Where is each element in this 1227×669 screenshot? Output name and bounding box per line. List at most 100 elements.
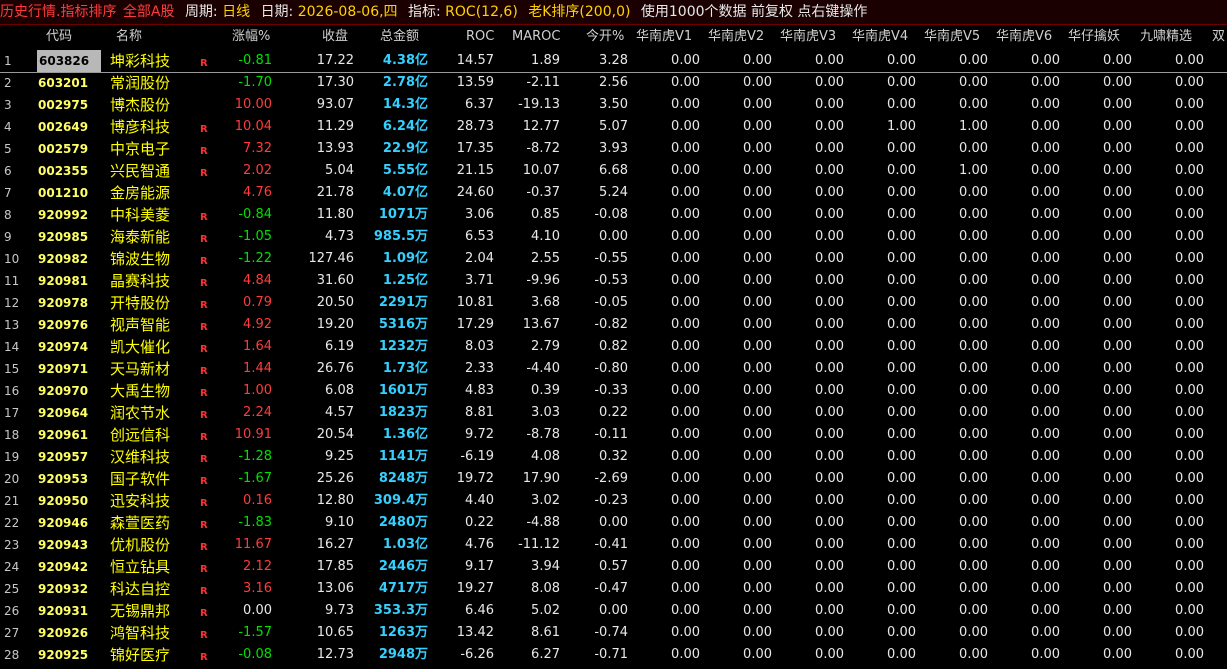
indicator-value[interactable]: ROC(12,6) [445, 4, 518, 20]
header-close[interactable]: 收盘 [322, 26, 348, 48]
mode-label[interactable]: 历史行情.指标排序 [0, 4, 116, 20]
cell-hz: 0.00 [1103, 559, 1132, 574]
cell-v5: 0.00 [959, 449, 988, 464]
cell-roc: 4.40 [465, 493, 494, 508]
cell-name: 锦波生物 [110, 250, 171, 268]
cell-open: -0.82 [594, 317, 628, 332]
header-hz[interactable]: 华仔擒妖 [1068, 26, 1120, 48]
cell-v4: 0.00 [887, 405, 916, 420]
cell-v4: 0.00 [887, 185, 916, 200]
header-change[interactable]: 涨幅% [232, 26, 270, 48]
cell-v1: 0.00 [671, 515, 700, 530]
cell-v3: 0.00 [815, 361, 844, 376]
cell-v6: 0.00 [1031, 515, 1060, 530]
cell-jx: 0.00 [1175, 251, 1204, 266]
table-row[interactable]: 20 920953 国子软件 -1.67 25.26 8248万 19.72 17.90 -2.… [0, 468, 1227, 490]
cell-hz: 0.00 [1103, 119, 1132, 134]
table-row[interactable]: 25 920932 科达自控 3.16 13.06 4717万 19.27 8.08 -0.47… [0, 578, 1227, 600]
cell-v1: 0.00 [671, 185, 700, 200]
cell-v4: 0.00 [887, 97, 916, 112]
table-row[interactable]: 24 920942 恒立钻具 2.12 17.85 2446万 9.17 3.94 0.57 0.… [0, 556, 1227, 578]
cell-v2: 0.00 [743, 75, 772, 90]
table-row[interactable]: 18 920961 创远信科 10.91 20.54 1.36亿 9.72 -8.78 -0.1… [0, 424, 1227, 446]
sort-value[interactable]: 老K排序(200,0) [528, 4, 630, 20]
cell-v3: 0.00 [815, 427, 844, 442]
table-row[interactable]: 5 002579 中京电子 7.32 13.93 22.9亿 17.35 -8.72 3.93 0… [0, 138, 1227, 160]
table-row[interactable]: 12 920978 开特股份 0.79 20.50 2291万 10.81 3.68 -0.05… [0, 292, 1227, 314]
table-row[interactable]: 23 920943 优机股份 11.67 16.27 1.03亿 4.76 -11.12 -0.… [0, 534, 1227, 556]
cell-amt: 4.38亿 [382, 53, 428, 68]
table-row[interactable]: 15 920971 天马新材 1.44 26.76 1.73亿 2.33 -4.40 -0.80… [0, 358, 1227, 380]
cell-v1: 0.00 [671, 383, 700, 398]
cell-code: 920981 [38, 274, 89, 288]
header-v3[interactable]: 华南虎V3 [780, 26, 836, 48]
table-row[interactable]: 1 603826 坤彩科技 -0.81 17.22 4.38亿 14.57 1.89 3.28 0… [0, 50, 1227, 73]
cell-chg: 2.02 [243, 163, 272, 178]
table-row[interactable]: 8 920992 中科美菱 -0.84 11.80 1071万 3.06 0.85 -0.08 0… [0, 204, 1227, 226]
table-row[interactable]: 6 002355 兴民智通 2.02 5.04 5.55亿 21.15 10.07 6.68 0.… [0, 160, 1227, 182]
cell-v1: 0.00 [671, 625, 700, 640]
cell-v6: 0.00 [1031, 383, 1060, 398]
header-roc[interactable]: ROC [466, 26, 494, 48]
header-v1[interactable]: 华南虎V1 [636, 26, 692, 48]
date-value[interactable]: 2026-08-06,四 [298, 4, 398, 20]
cell-close: 12.73 [316, 647, 354, 662]
cell-maroc: 0.85 [531, 207, 560, 222]
header-extra[interactable]: 双 [1212, 26, 1225, 48]
header-v2[interactable]: 华南虎V2 [708, 26, 764, 48]
cell-close: 20.50 [316, 295, 354, 310]
cell-v6: 0.00 [1031, 537, 1060, 552]
scope-label[interactable]: 全部A股 [123, 4, 175, 20]
header-v5[interactable]: 华南虎V5 [924, 26, 980, 48]
cell-roc: 28.73 [456, 119, 494, 134]
table-row[interactable]: 17 920964 润农节水 2.24 4.57 1823万 8.81 3.03 0.22 0.0… [0, 402, 1227, 424]
cell-v5: 0.00 [959, 471, 988, 486]
table-row[interactable]: 7 001210 金房能源 4.76 21.78 4.07亿 24.60 -0.37 5.24 0… [0, 182, 1227, 204]
header-jx[interactable]: 九啸精选 [1140, 26, 1192, 48]
table-row[interactable]: 13 920976 视声智能 4.92 19.20 5316万 17.29 13.67 -0.8… [0, 314, 1227, 336]
header-amount[interactable]: 总金额 [380, 26, 419, 48]
table-row[interactable]: 2 603201 常润股份 -1.70 17.30 2.78亿 13.59 -2.11 2.56… [0, 72, 1227, 94]
cell-roc: 6.46 [465, 603, 494, 618]
header-maroc[interactable]: MAROC [512, 26, 560, 48]
table-row[interactable]: 11 920981 晶赛科技 4.84 31.60 1.25亿 3.71 -9.96 -0.53… [0, 270, 1227, 292]
table-row[interactable]: 19 920957 汉维科技 -1.28 9.25 1141万 -6.19 4.08 0.32 0… [0, 446, 1227, 468]
cell-v2: 0.00 [743, 97, 772, 112]
cell-code: 002649 [38, 120, 89, 134]
cell-close: 21.78 [316, 185, 354, 200]
table-row[interactable]: 3 002975 博杰股份 10.00 93.07 14.3亿 6.37 -19.13 3.50… [0, 94, 1227, 116]
header-v6[interactable]: 华南虎V6 [996, 26, 1052, 48]
cell-jx: 0.00 [1175, 603, 1204, 618]
cell-open: -0.08 [594, 207, 628, 222]
cell-v6: 0.00 [1031, 97, 1060, 112]
header-open-pct[interactable]: 今开% [586, 26, 624, 48]
header-code[interactable]: 代码 [46, 26, 72, 48]
cell-name: 润农节水 [110, 404, 171, 422]
table-row[interactable]: 4 002649 博彦科技 10.04 11.29 6.24亿 28.73 12.77 5.07… [0, 116, 1227, 138]
table-row[interactable]: 22 920946 森萱医药 -1.83 9.10 2480万 0.22 -4.88 0.00 0… [0, 512, 1227, 534]
cell-v2: 0.00 [743, 339, 772, 354]
cell-chg: 2.12 [243, 559, 272, 574]
cell-hz: 0.00 [1103, 625, 1132, 640]
cell-v5: 0.00 [959, 603, 988, 618]
table-row[interactable]: 28 920925 锦好医疗 -0.08 12.73 2948万 -6.26 6.27 -0.7… [0, 644, 1227, 666]
cell-v3: 0.00 [815, 97, 844, 112]
period-value[interactable]: 日线 [222, 4, 250, 20]
table-row[interactable]: 10 920982 锦波生物 -1.22 127.46 1.09亿 2.04 2.55 -0.5… [0, 248, 1227, 270]
table-row[interactable]: 27 920926 鸿智科技 -1.57 10.65 1263万 13.42 8.61 -0.7… [0, 622, 1227, 644]
cell-maroc: -19.13 [518, 97, 560, 112]
table-row[interactable]: 26 920931 无锡鼎邦 0.00 9.73 353.3万 6.46 5.02 0.00 0.… [0, 600, 1227, 622]
table-row[interactable]: 21 920950 迅安科技 0.16 12.80 309.4万 4.40 3.02 -0.23… [0, 490, 1227, 512]
cell-open: 0.32 [599, 449, 628, 464]
table-row[interactable]: 16 920970 大禹生物 1.00 6.08 1601万 4.83 0.39 -0.33 0.… [0, 380, 1227, 402]
cell-maroc: 2.79 [531, 339, 560, 354]
header-v4[interactable]: 华南虎V4 [852, 26, 908, 48]
table-row[interactable]: 9 920985 海泰新能 -1.05 4.73 985.5万 6.53 4.10 0.00 0.… [0, 226, 1227, 248]
cell-code: 920931 [38, 604, 89, 618]
cell-v1: 0.00 [671, 53, 700, 68]
date-caption: 日期: [260, 4, 294, 20]
table-row[interactable]: 14 920974 凯大催化 1.64 6.19 1232万 8.03 2.79 0.82 0.0… [0, 336, 1227, 358]
cell-roc: 24.60 [456, 185, 494, 200]
cell-v5: 0.00 [959, 559, 988, 574]
header-name[interactable]: 名称 [116, 26, 142, 48]
